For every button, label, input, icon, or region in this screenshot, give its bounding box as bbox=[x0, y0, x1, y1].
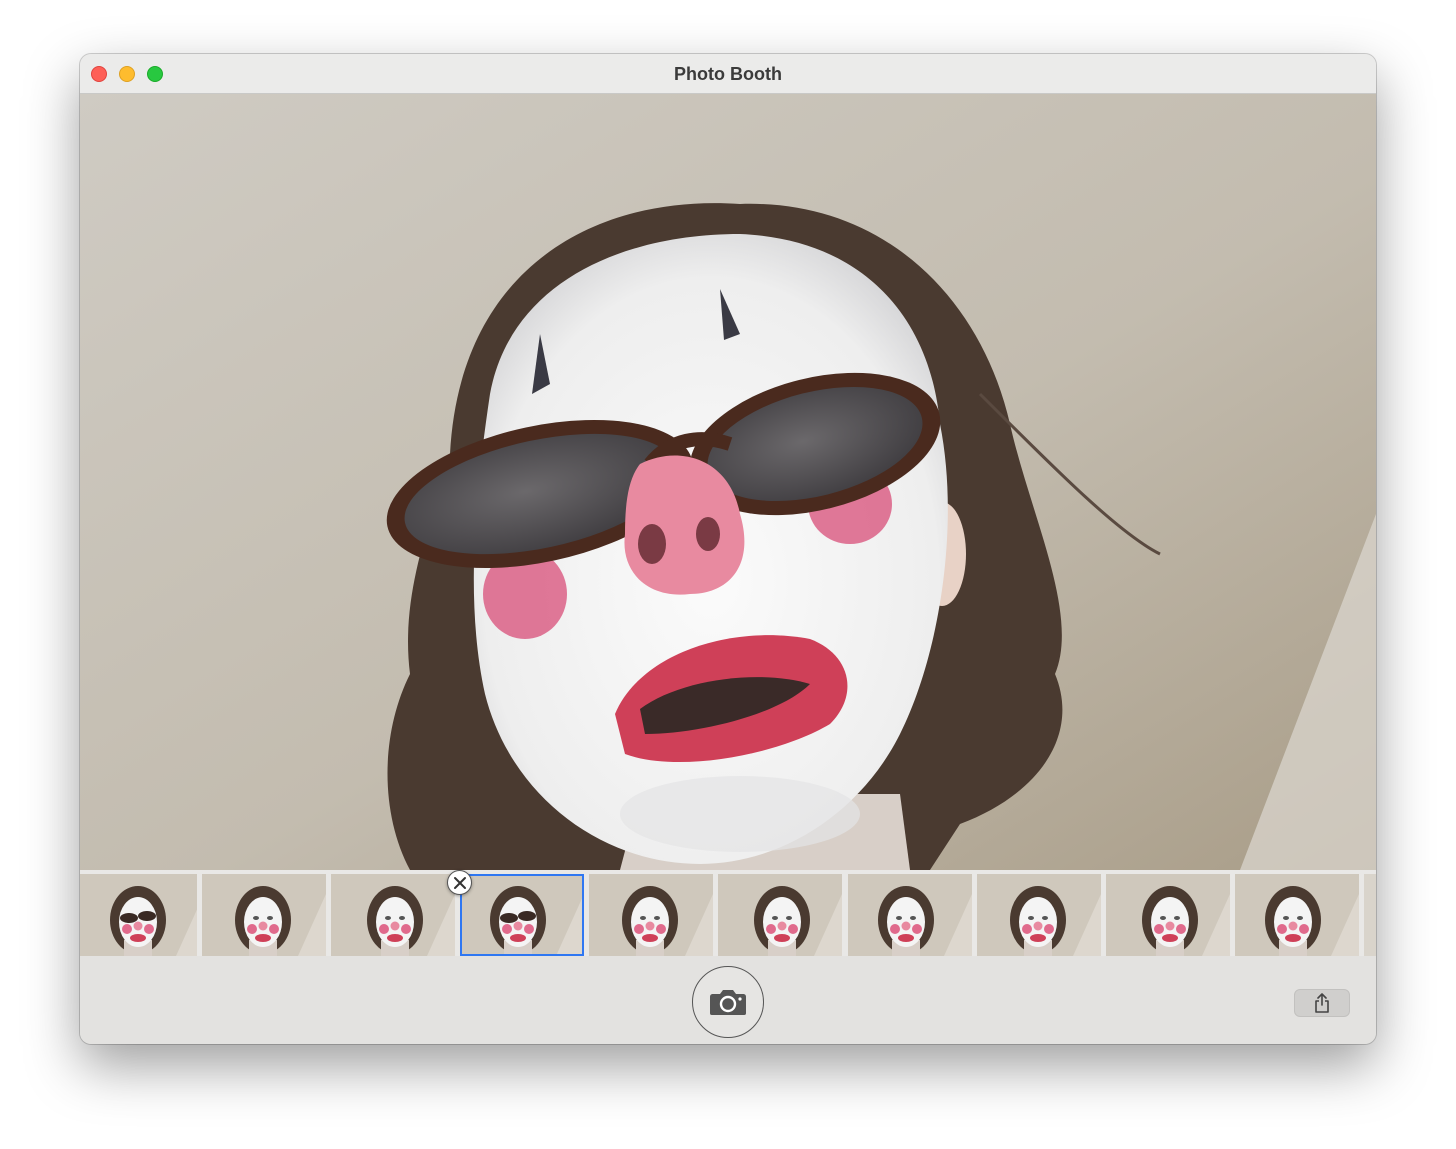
photo-thumbnail[interactable] bbox=[202, 874, 326, 956]
photo-thumbnail[interactable] bbox=[1235, 874, 1359, 956]
thumbnail-image bbox=[460, 874, 584, 956]
share-icon bbox=[1315, 993, 1329, 1013]
title-bar[interactable]: Photo Booth bbox=[80, 54, 1376, 94]
photo-thumbnail[interactable] bbox=[460, 874, 584, 956]
close-x-icon bbox=[453, 876, 466, 889]
thumbnail-image bbox=[1235, 874, 1359, 956]
photo-filmstrip[interactable] bbox=[80, 870, 1376, 956]
take-photo-button[interactable] bbox=[692, 966, 764, 1038]
bottom-toolbar bbox=[80, 956, 1376, 1044]
thumbnail-image bbox=[331, 874, 455, 956]
thumbnail-image bbox=[80, 874, 197, 956]
thumbnail-image bbox=[202, 874, 326, 956]
photo-thumbnail[interactable] bbox=[977, 874, 1101, 956]
thumbnail-image bbox=[848, 874, 972, 956]
thumbnail-image bbox=[589, 874, 713, 956]
thumbnail-image bbox=[1106, 874, 1230, 956]
window-title: Photo Booth bbox=[674, 64, 782, 84]
photo-thumbnail[interactable] bbox=[80, 874, 197, 956]
thumbnail-image bbox=[718, 874, 842, 956]
photo-thumbnail[interactable] bbox=[331, 874, 455, 956]
delete-photo-button[interactable] bbox=[447, 870, 472, 895]
photo-thumbnail[interactable] bbox=[848, 874, 972, 956]
camera-preview bbox=[80, 94, 1376, 870]
thumbnail-image bbox=[977, 874, 1101, 956]
photo-thumbnail[interactable] bbox=[718, 874, 842, 956]
share-button[interactable] bbox=[1294, 989, 1350, 1017]
photo-thumbnail-partial[interactable] bbox=[1364, 874, 1376, 956]
photo-thumbnail[interactable] bbox=[1106, 874, 1230, 956]
preview-photo bbox=[80, 94, 1376, 870]
camera-icon bbox=[710, 990, 746, 1015]
photo-thumbnail[interactable] bbox=[589, 874, 713, 956]
photo-booth-window: Photo Booth bbox=[80, 54, 1376, 1044]
